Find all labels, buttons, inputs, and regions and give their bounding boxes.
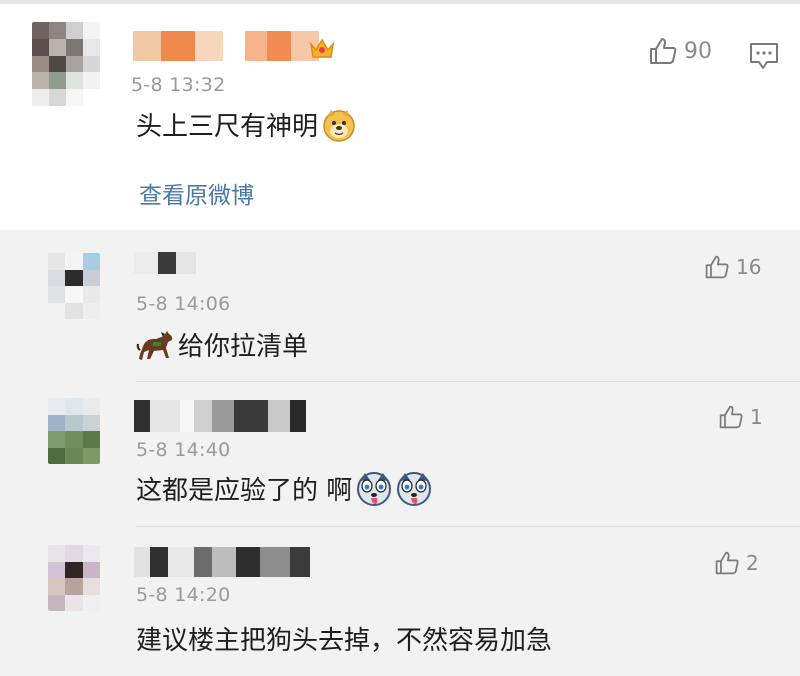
thumbs-up-icon xyxy=(719,405,743,429)
main-comment-text-body: 头上三尺有神明 xyxy=(136,112,319,142)
thumbs-up-icon xyxy=(705,255,729,279)
reply-timestamp: 5-8 14:06 xyxy=(136,293,231,315)
reply-text-body: 这都是应验了的 啊 xyxy=(136,476,353,506)
reply-text: 给你拉清单 xyxy=(136,326,308,363)
main-comment-card: 5-8 13:32 头上三尺有神明 查看原微博 90 xyxy=(0,4,800,230)
comment-menu-icon[interactable] xyxy=(749,42,779,70)
reply-divider xyxy=(136,381,800,382)
reply-avatar[interactable] xyxy=(48,398,100,464)
main-comment-text: 头上三尺有神明 xyxy=(136,106,356,143)
reply-like-count: 2 xyxy=(746,551,759,575)
reply-timestamp: 5-8 14:40 xyxy=(136,439,231,461)
main-comment-username[interactable] xyxy=(133,31,319,61)
reply-text-body: 建议楼主把狗头去掉，不然容易加急 xyxy=(136,626,553,656)
doge-emoji-icon xyxy=(323,109,355,142)
crown-vip-icon xyxy=(309,38,335,58)
reply-avatar[interactable] xyxy=(48,253,100,319)
main-comment-like-button[interactable]: 90 xyxy=(648,36,712,66)
reply-divider xyxy=(136,526,800,527)
reply-timestamp: 5-8 14:20 xyxy=(136,584,231,606)
reply-text: 建议楼主把狗头去掉，不然容易加急 xyxy=(136,620,552,657)
husky-emoji-icon xyxy=(357,471,392,506)
reply-username[interactable] xyxy=(134,252,196,274)
main-comment-like-count: 90 xyxy=(684,38,712,64)
main-comment-avatar[interactable] xyxy=(32,22,100,106)
thumbs-up-icon xyxy=(715,551,739,575)
reply-avatar[interactable] xyxy=(48,545,100,611)
reply-like-count: 1 xyxy=(750,405,763,429)
horse-emoji-icon xyxy=(136,330,173,360)
reply-username[interactable] xyxy=(134,547,310,577)
husky-emoji-icon xyxy=(397,471,432,506)
reply-like-button[interactable]: 16 xyxy=(704,254,761,280)
reply-text-body: 给你拉清单 xyxy=(178,332,309,362)
reply-text: 这都是应验了的 啊 xyxy=(136,470,432,507)
reply-like-button[interactable]: 1 xyxy=(718,404,763,430)
reply-username[interactable] xyxy=(134,400,306,432)
reply-like-button[interactable]: 2 xyxy=(714,550,759,576)
reply-like-count: 16 xyxy=(736,255,762,279)
view-original-post-link[interactable]: 查看原微博 xyxy=(139,176,254,210)
main-comment-timestamp: 5-8 13:32 xyxy=(131,74,226,96)
thumbs-up-icon xyxy=(650,38,677,64)
